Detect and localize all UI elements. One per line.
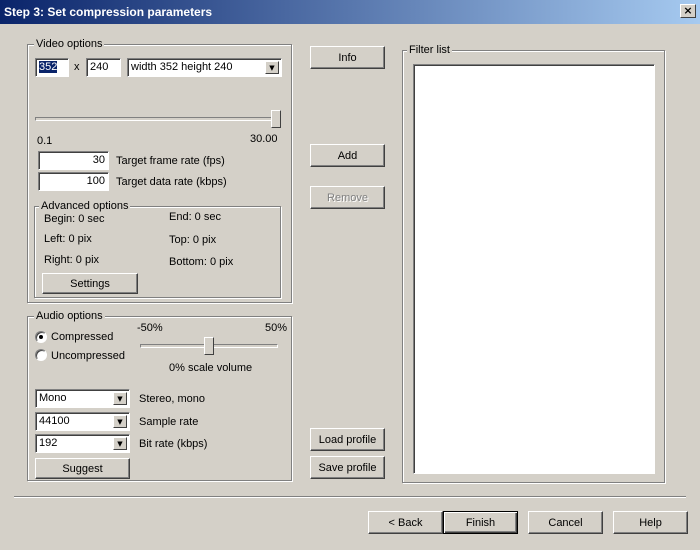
width-input[interactable]: 352 — [35, 58, 69, 77]
close-button[interactable]: × — [680, 4, 696, 18]
data-rate-label: Target data rate (kbps) — [116, 176, 227, 188]
filter-list-title: Filter list — [407, 43, 452, 57]
slider-min-label: 0.1 — [37, 135, 53, 147]
frame-rate-slider-track — [35, 117, 281, 121]
right-value: Right: 0 pix — [44, 254, 100, 266]
close-icon: × — [683, 4, 693, 17]
bit-rate-value: 192 — [39, 437, 58, 449]
load-profile-button[interactable]: Load profile — [310, 428, 385, 451]
volume-max-label: 50% — [265, 322, 288, 334]
sample-rate-value: 44100 — [39, 415, 70, 427]
volume-min-label: -50% — [137, 322, 163, 334]
channels-label: Stereo, mono — [139, 393, 206, 405]
bit-rate-select[interactable]: 192 ▼ — [35, 434, 130, 453]
volume-slider[interactable] — [140, 335, 278, 357]
sample-rate-select[interactable]: 44100 ▼ — [35, 412, 130, 431]
save-profile-button[interactable]: Save profile — [310, 456, 385, 479]
slider-max-label: 30.00 — [250, 133, 278, 145]
frame-rate-slider[interactable] — [35, 108, 281, 132]
advanced-options-title: Advanced options — [39, 199, 131, 213]
add-button[interactable]: Add — [310, 144, 385, 167]
data-rate-input[interactable]: 100 — [38, 172, 109, 191]
bottom-value: Bottom: 0 pix — [169, 256, 234, 268]
bit-rate-label: Bit rate (kbps) — [139, 438, 208, 450]
settings-button[interactable]: Settings — [42, 273, 138, 294]
volume-slider-thumb[interactable] — [204, 337, 214, 355]
chevron-down-icon[interactable]: ▼ — [265, 61, 279, 74]
cancel-button[interactable]: Cancel — [528, 511, 603, 534]
channels-select[interactable]: Mono ▼ — [35, 389, 130, 408]
back-button[interactable]: < Back — [368, 511, 443, 534]
frame-rate-input[interactable]: 30 — [38, 151, 109, 170]
volume-label: 0% scale volume — [169, 362, 253, 374]
chevron-down-icon[interactable]: ▼ — [113, 392, 127, 405]
title-bar: Step 3: Set compression parameters × — [0, 0, 700, 24]
remove-button[interactable]: Remove — [310, 186, 385, 209]
height-input[interactable]: 240 — [86, 58, 121, 77]
audio-options-title: Audio options — [34, 309, 105, 323]
uncompressed-label[interactable]: Uncompressed — [51, 349, 125, 363]
filter-listbox[interactable] — [413, 64, 655, 474]
channels-value: Mono — [39, 392, 67, 404]
size-preset-select[interactable]: width 352 height 240 ▼ — [127, 58, 282, 77]
window-title: Step 3: Set compression parameters — [4, 5, 213, 19]
chevron-down-icon[interactable]: ▼ — [113, 415, 127, 428]
uncompressed-radio[interactable] — [35, 349, 47, 361]
video-options-title: Video options — [34, 37, 105, 51]
end-value: End: 0 sec — [169, 211, 221, 223]
suggest-button[interactable]: Suggest — [35, 458, 130, 479]
sample-rate-label: Sample rate — [139, 416, 199, 428]
compressed-radio[interactable] — [35, 331, 47, 343]
top-value: Top: 0 pix — [169, 234, 217, 246]
finish-button[interactable]: Finish — [443, 511, 518, 534]
begin-value: Begin: 0 sec — [44, 213, 105, 225]
footer-separator — [14, 496, 686, 498]
frame-rate-slider-thumb[interactable] — [271, 110, 281, 128]
size-preset-value: width 352 height 240 — [131, 61, 233, 73]
left-value: Left: 0 pix — [44, 233, 92, 245]
help-button[interactable]: Help — [613, 511, 688, 534]
compressed-label[interactable]: Compressed — [51, 330, 113, 344]
size-separator: x — [74, 61, 80, 73]
info-button[interactable]: Info — [310, 46, 385, 69]
frame-rate-label: Target frame rate (fps) — [116, 155, 225, 167]
chevron-down-icon[interactable]: ▼ — [113, 437, 127, 450]
